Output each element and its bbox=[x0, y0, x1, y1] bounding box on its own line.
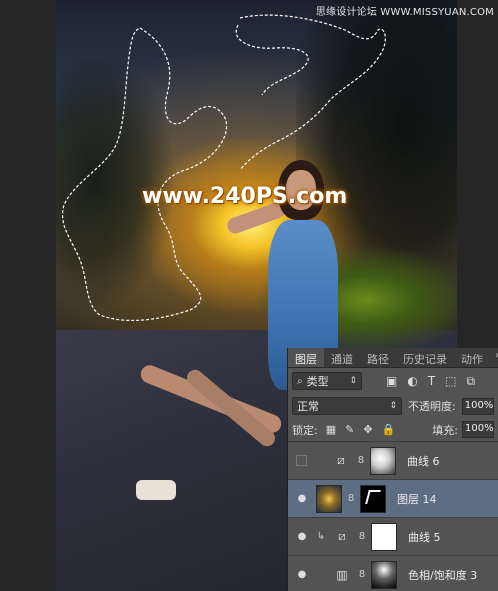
layer-row[interactable]: ● ▥ 8 色相/饱和度 3 bbox=[288, 556, 498, 591]
adjustment-icon[interactable]: ◐ bbox=[407, 374, 417, 389]
watermark-main: www.240PS.com bbox=[142, 184, 348, 209]
fill-input[interactable]: 100% bbox=[462, 421, 494, 438]
layer-name: 曲线 5 bbox=[408, 530, 441, 544]
smart-object-icon[interactable]: ⧉ bbox=[467, 374, 476, 389]
panel-tabs: 图层 通道 路径 历史记录 动作 » bbox=[288, 348, 498, 368]
eye-icon[interactable]: ● bbox=[293, 493, 311, 504]
watermark-top: 思缘设计论坛 WWW.MISSYUAN.COM bbox=[315, 7, 494, 18]
lock-row: 锁定: ▦ ✎ ✥ 🔒 填充: 100% bbox=[288, 418, 498, 442]
visibility-toggle-off[interactable] bbox=[296, 455, 307, 466]
text-icon[interactable]: T bbox=[428, 374, 435, 389]
fill-group: 填充: 100% bbox=[432, 421, 494, 438]
lock-all-icon[interactable]: 🔒 bbox=[382, 423, 396, 436]
opacity-label: 不透明度: bbox=[408, 400, 456, 413]
blend-mode-select[interactable]: 正常 ⇕ bbox=[292, 397, 402, 415]
layer-mask-thumbnail[interactable] bbox=[371, 560, 397, 589]
panel-more-icon[interactable]: » bbox=[490, 348, 498, 367]
tab-channels[interactable]: 通道 bbox=[324, 348, 360, 367]
curves-icon: ⧄ bbox=[338, 529, 346, 543]
chain-icon[interactable]: 8 bbox=[358, 531, 366, 542]
filter-row: ⌕ 类型 ⇕ ▣ ◐ T ⬚ ⧉ bbox=[288, 368, 498, 394]
chain-icon[interactable]: 8 bbox=[347, 493, 355, 504]
image-icon[interactable]: ▣ bbox=[386, 374, 397, 389]
filter-icons: ▣ ◐ T ⬚ ⧉ bbox=[386, 374, 475, 389]
select-arrow-icon: ⇕ bbox=[389, 401, 397, 411]
eye-icon[interactable]: ● bbox=[293, 531, 311, 542]
chain-icon[interactable]: 8 bbox=[357, 455, 365, 466]
tab-layers[interactable]: 图层 bbox=[288, 348, 324, 367]
canvas-gutter-left bbox=[0, 0, 56, 591]
curves-icon: ⧄ bbox=[337, 453, 345, 467]
layer-row[interactable]: ⧄ 8 曲线 6 bbox=[288, 442, 498, 480]
lock-brush-icon[interactable]: ✎ bbox=[345, 423, 354, 436]
layer-name: 曲线 6 bbox=[407, 454, 440, 468]
eye-icon[interactable]: ● bbox=[293, 569, 311, 580]
clipping-arrow-icon: ↳ bbox=[316, 531, 326, 542]
lock-transparent-icon[interactable]: ▦ bbox=[326, 423, 336, 436]
fill-label: 填充: bbox=[432, 423, 458, 437]
tab-paths[interactable]: 路径 bbox=[360, 348, 396, 367]
layer-name: 色相/饱和度 3 bbox=[408, 568, 478, 582]
search-icon: ⌕ bbox=[297, 375, 303, 387]
hue-saturation-icon: ▥ bbox=[336, 567, 348, 582]
blend-row: 正常 ⇕ 不透明度: 100% bbox=[288, 394, 498, 418]
tab-history[interactable]: 历史记录 bbox=[396, 348, 454, 367]
layer-thumbnail bbox=[316, 484, 342, 513]
blend-mode-value: 正常 bbox=[297, 400, 319, 413]
select-arrow-icon: ⇕ bbox=[349, 376, 357, 386]
layer-mask-thumbnail[interactable] bbox=[360, 484, 386, 513]
lock-icons: ▦ ✎ ✥ 🔒 bbox=[326, 423, 396, 436]
lock-label: 锁定: bbox=[292, 423, 318, 437]
lock-move-icon[interactable]: ✥ bbox=[363, 423, 372, 436]
layer-row[interactable]: ● 8 图层 14 bbox=[288, 480, 498, 518]
layers-panel: 图层 通道 路径 历史记录 动作 » ⌕ 类型 ⇕ ▣ ◐ T ⬚ ⧉ 正常 ⇕… bbox=[287, 348, 498, 591]
kind-filter-value: 类型 bbox=[306, 375, 329, 388]
layer-name: 图层 14 bbox=[397, 492, 437, 506]
tab-actions[interactable]: 动作 bbox=[454, 348, 490, 367]
layer-mask-thumbnail[interactable] bbox=[371, 522, 397, 551]
layer-mask-thumbnail[interactable] bbox=[370, 446, 396, 475]
kind-filter-select[interactable]: ⌕ 类型 ⇕ bbox=[292, 372, 362, 390]
layer-row[interactable]: ● ↳ ⧄ 8 曲线 5 bbox=[288, 518, 498, 556]
chain-icon[interactable]: 8 bbox=[358, 569, 366, 580]
opacity-input[interactable]: 100% bbox=[461, 397, 494, 415]
shape-icon[interactable]: ⬚ bbox=[445, 374, 456, 389]
